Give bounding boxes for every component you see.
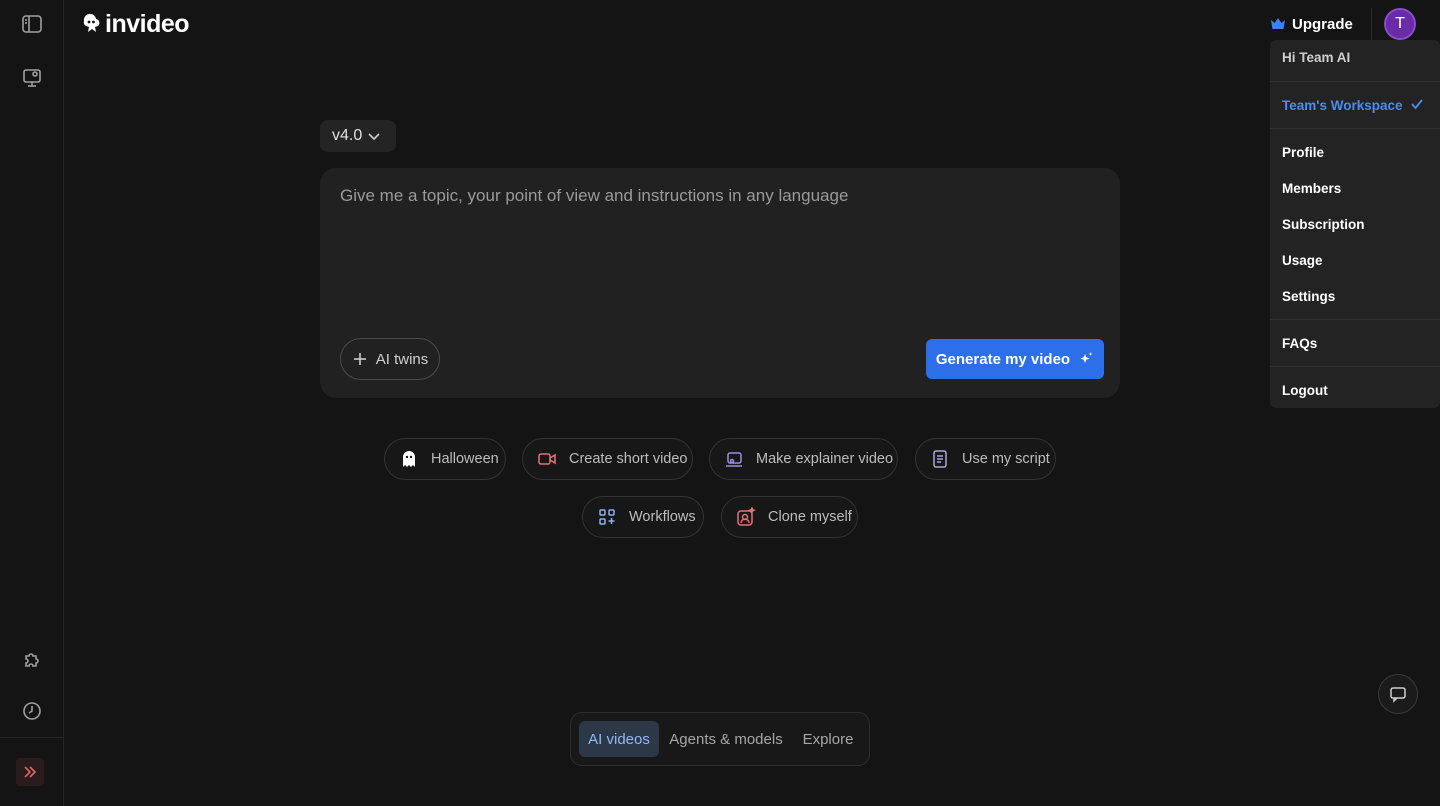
version-selector[interactable]: v4.0	[320, 120, 396, 152]
menu-divider	[1270, 81, 1440, 82]
prompt-card: AI twins Generate my video	[320, 168, 1120, 398]
menu-divider	[1270, 128, 1440, 129]
menu-item-members[interactable]: Members	[1282, 181, 1341, 196]
tab-ai-videos[interactable]: AI videos	[579, 721, 659, 757]
chip-label: Make explainer video	[756, 451, 894, 467]
avatar[interactable]: T	[1384, 8, 1416, 40]
upgrade-button[interactable]: Upgrade	[1262, 9, 1361, 39]
sidebar-divider	[0, 737, 63, 738]
logo-text: invideo	[105, 9, 190, 38]
sparkle-icon	[1080, 352, 1093, 363]
plugins-button[interactable]	[14, 641, 50, 677]
menu-item-workspace[interactable]: Team's Workspace	[1282, 98, 1403, 113]
prompt-input[interactable]	[340, 186, 1100, 306]
crown-icon	[1271, 18, 1285, 29]
invideo-logo[interactable]: invideo	[80, 9, 190, 38]
tab-agents-models[interactable]: Agents & models	[665, 721, 787, 757]
ai-twins-button[interactable]: AI twins	[340, 338, 440, 380]
logo-mark-icon	[83, 13, 100, 32]
chip-label: Create short video	[569, 451, 688, 467]
script-document-icon	[933, 450, 947, 468]
chevron-down-icon	[368, 133, 380, 141]
bottom-tab-bar: AI videos Agents & models Explore	[570, 712, 870, 766]
avatar-initial: T	[1395, 15, 1405, 32]
check-icon	[1411, 99, 1423, 110]
upgrade-label: Upgrade	[1292, 15, 1353, 33]
chip-workflows[interactable]: Workflows	[582, 496, 704, 538]
chat-support-button[interactable]	[1378, 674, 1418, 714]
plus-icon	[353, 353, 366, 365]
chip-clone-myself[interactable]: Clone myself	[721, 496, 858, 538]
chat-bubble-icon	[1390, 687, 1406, 703]
presentation-button[interactable]	[14, 60, 50, 96]
sidebar-toggle-icon	[22, 15, 42, 33]
presentation-icon	[23, 69, 41, 87]
clone-myself-icon	[737, 507, 756, 526]
expand-chevrons-icon	[24, 766, 37, 778]
chip-label: Halloween	[431, 451, 499, 467]
chip-label: Use my script	[962, 451, 1050, 467]
menu-divider	[1270, 366, 1440, 367]
menu-item-profile[interactable]: Profile	[1282, 145, 1324, 160]
chip-label: Clone myself	[768, 509, 852, 525]
version-label: v4.0	[332, 127, 363, 144]
puzzle-icon	[25, 653, 39, 667]
chip-label: Workflows	[629, 509, 696, 525]
explainer-icon	[726, 452, 742, 467]
sidebar-toggle-button[interactable]	[14, 6, 50, 42]
menu-item-usage[interactable]: Usage	[1282, 253, 1323, 268]
chip-use-my-script[interactable]: Use my script	[915, 438, 1056, 480]
menu-item-faqs[interactable]: FAQs	[1282, 336, 1317, 351]
chip-halloween[interactable]: Halloween	[384, 438, 506, 480]
history-button[interactable]	[14, 693, 50, 729]
workflows-icon	[599, 509, 615, 525]
account-menu: Hi Team AI Team's Workspace Profile Memb…	[1270, 40, 1440, 408]
ghost-icon	[403, 451, 415, 467]
menu-item-logout[interactable]: Logout	[1282, 383, 1328, 398]
chip-make-explainer-video[interactable]: Make explainer video	[709, 438, 898, 480]
ai-twins-label: AI twins	[375, 350, 429, 368]
video-camera-icon	[538, 453, 556, 465]
menu-item-settings[interactable]: Settings	[1282, 289, 1335, 304]
generate-video-button[interactable]: Generate my video	[926, 339, 1104, 379]
header-divider	[1371, 8, 1372, 40]
menu-divider	[1270, 319, 1440, 320]
expand-sidebar-button[interactable]	[16, 758, 44, 786]
chip-create-short-video[interactable]: Create short video	[522, 438, 693, 480]
tab-explore[interactable]: Explore	[793, 721, 863, 757]
menu-greeting: Hi Team AI	[1282, 50, 1351, 65]
menu-item-subscription[interactable]: Subscription	[1282, 217, 1365, 232]
history-clock-icon	[23, 702, 41, 720]
generate-label: Generate my video	[935, 350, 1071, 368]
sidebar	[0, 0, 64, 806]
